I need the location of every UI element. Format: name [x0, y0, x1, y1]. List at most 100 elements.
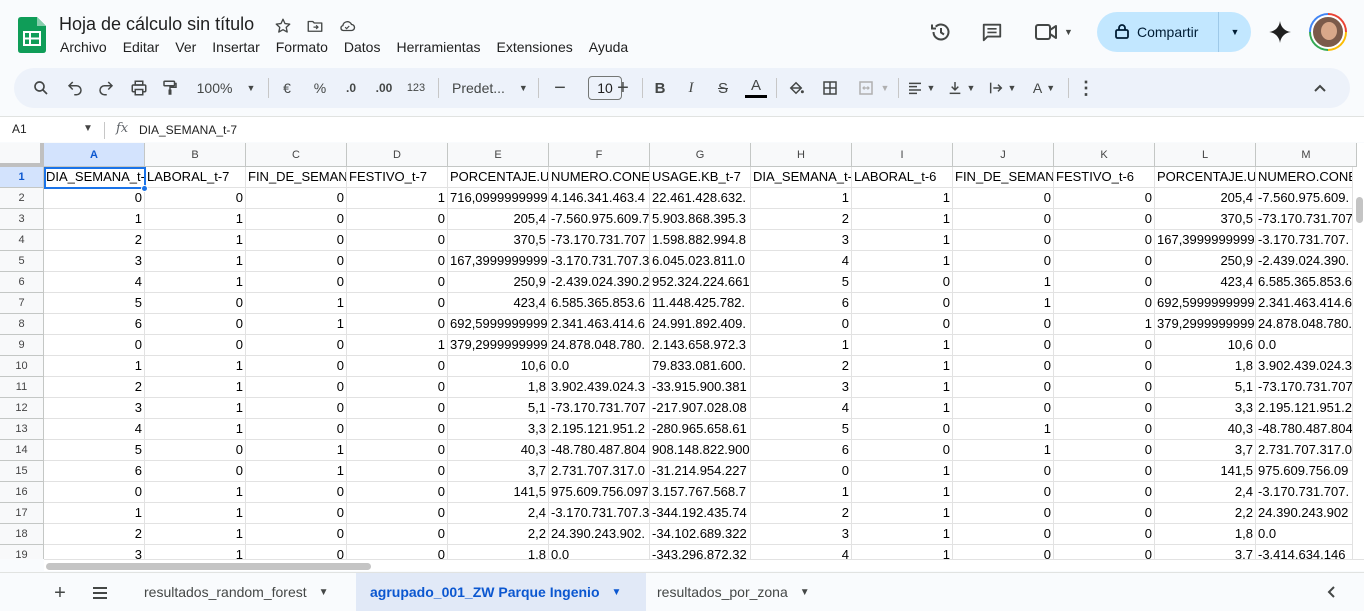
table-cell[interactable]: 6.585.365.853.6 — [1256, 272, 1357, 293]
column-title-cell[interactable]: FIN_DE_SEMANA_t-7 — [246, 167, 347, 188]
menu-herramientas[interactable]: Herramientas — [396, 39, 480, 55]
row-header-17[interactable]: 17 — [0, 503, 44, 524]
table-cell[interactable]: 24.991.892.409. — [650, 314, 751, 335]
table-cell[interactable]: 0 — [145, 188, 246, 209]
table-cell[interactable]: 716,0999999999 — [448, 188, 549, 209]
table-cell[interactable]: 0 — [852, 293, 953, 314]
percent-format-button[interactable]: % — [309, 68, 331, 108]
table-cell[interactable]: 0 — [246, 356, 347, 377]
table-cell[interactable]: 2.731.707.317.0 — [549, 461, 650, 482]
meet-caret-icon[interactable]: ▼ — [1064, 27, 1073, 37]
table-cell[interactable]: 2 — [751, 356, 852, 377]
table-cell[interactable]: 205,4 — [1155, 188, 1256, 209]
table-cell[interactable]: 1 — [852, 545, 953, 559]
table-cell[interactable]: 0 — [1054, 293, 1155, 314]
table-cell[interactable]: 1 — [852, 356, 953, 377]
table-cell[interactable]: -34.102.689.322 — [650, 524, 751, 545]
table-cell[interactable]: 0.0 — [549, 356, 650, 377]
table-cell[interactable]: 2,2 — [1155, 503, 1256, 524]
table-cell[interactable]: 3,7 — [448, 461, 549, 482]
table-cell[interactable]: 0 — [347, 272, 448, 293]
table-cell[interactable]: 3,7 — [1155, 440, 1256, 461]
table-cell[interactable]: 2.143.658.972.3 — [650, 335, 751, 356]
sheet-tab-caret-icon[interactable]: ▼ — [319, 587, 329, 598]
column-header-l[interactable]: L — [1155, 143, 1256, 167]
table-cell[interactable]: 0 — [44, 188, 145, 209]
table-cell[interactable]: -3.170.731.707. — [1256, 482, 1357, 503]
table-cell[interactable]: 1 — [852, 230, 953, 251]
table-cell[interactable]: 0 — [246, 272, 347, 293]
column-title-cell[interactable]: FESTIVO_t-7 — [347, 167, 448, 188]
table-cell[interactable]: 167,3999999999 — [1155, 230, 1256, 251]
row-header-4[interactable]: 4 — [0, 230, 44, 251]
table-cell[interactable]: 0 — [347, 356, 448, 377]
table-cell[interactable]: 0 — [246, 398, 347, 419]
add-sheet-icon[interactable]: + — [48, 581, 72, 605]
table-cell[interactable]: -33.915.900.381 — [650, 377, 751, 398]
table-cell[interactable]: 3 — [751, 524, 852, 545]
table-cell[interactable]: 1 — [347, 335, 448, 356]
table-cell[interactable]: 4 — [44, 419, 145, 440]
table-cell[interactable]: 0 — [246, 545, 347, 559]
table-cell[interactable]: 1 — [145, 377, 246, 398]
table-cell[interactable]: 1 — [852, 482, 953, 503]
column-title-cell[interactable]: NUMERO.CONEXIONES_t-6 — [1256, 167, 1357, 188]
table-cell[interactable]: 1 — [852, 503, 953, 524]
table-cell[interactable]: 0 — [246, 230, 347, 251]
row-header-5[interactable]: 5 — [0, 251, 44, 272]
table-cell[interactable]: 1 — [44, 209, 145, 230]
table-cell[interactable]: 1 — [145, 398, 246, 419]
currency-format-button[interactable]: € — [276, 68, 298, 108]
column-header-c[interactable]: C — [246, 143, 347, 167]
formula-input[interactable]: DIA_SEMANA_t-7 — [139, 123, 237, 137]
table-cell[interactable]: 0 — [953, 335, 1054, 356]
table-cell[interactable]: 5 — [44, 293, 145, 314]
table-cell[interactable]: 2 — [44, 524, 145, 545]
cloud-status-icon[interactable] — [336, 15, 358, 37]
table-cell[interactable]: 22.461.428.632. — [650, 188, 751, 209]
table-cell[interactable]: 0 — [1054, 440, 1155, 461]
table-cell[interactable]: 167,3999999999 — [448, 251, 549, 272]
decrease-decimals-button[interactable]: .0 — [339, 68, 363, 108]
table-cell[interactable]: 3,7 — [1155, 545, 1256, 559]
column-header-m[interactable]: M — [1256, 143, 1357, 167]
menu-editar[interactable]: Editar — [123, 39, 160, 55]
column-header-i[interactable]: I — [852, 143, 953, 167]
table-cell[interactable]: 1 — [953, 440, 1054, 461]
star-icon[interactable] — [272, 15, 294, 37]
table-cell[interactable]: 0 — [1054, 524, 1155, 545]
table-cell[interactable]: -31.214.954.227 — [650, 461, 751, 482]
table-cell[interactable]: 0.0 — [549, 545, 650, 559]
table-cell[interactable]: 1 — [953, 293, 1054, 314]
row-header-16[interactable]: 16 — [0, 482, 44, 503]
borders-icon[interactable] — [819, 68, 841, 108]
table-cell[interactable]: 3 — [44, 545, 145, 559]
redo-icon[interactable] — [95, 68, 117, 108]
table-cell[interactable]: 2.341.463.414.6 — [1256, 293, 1357, 314]
table-cell[interactable]: 1 — [246, 461, 347, 482]
table-cell[interactable]: 2.341.463.414.6 — [549, 314, 650, 335]
spreadsheet-grid[interactable]: A B C D E F G H I J K L M 1 DIA_SEMANA_t-7 LABORAL_t-7 F… — [0, 143, 1364, 559]
table-cell[interactable]: 0 — [145, 335, 246, 356]
table-cell[interactable]: 11.448.425.782. — [650, 293, 751, 314]
vertical-scrollbar[interactable] — [1352, 167, 1364, 559]
table-cell[interactable]: -280.965.658.61 — [650, 419, 751, 440]
table-cell[interactable]: 0 — [347, 503, 448, 524]
table-cell[interactable]: -2.439.024.390. — [1256, 251, 1357, 272]
table-cell[interactable]: 0 — [1054, 545, 1155, 559]
table-cell[interactable]: 5,1 — [448, 398, 549, 419]
table-cell[interactable]: 40,3 — [448, 440, 549, 461]
all-sheets-icon[interactable] — [88, 581, 112, 605]
row-header-11[interactable]: 11 — [0, 377, 44, 398]
table-cell[interactable]: 0 — [852, 314, 953, 335]
row-header-12[interactable]: 12 — [0, 398, 44, 419]
row-header-13[interactable]: 13 — [0, 419, 44, 440]
table-cell[interactable]: 0 — [1054, 461, 1155, 482]
table-cell[interactable]: 0 — [953, 230, 1054, 251]
table-cell[interactable]: -2.439.024.390.2 — [549, 272, 650, 293]
undo-icon[interactable] — [64, 68, 86, 108]
table-cell[interactable]: 1 — [852, 461, 953, 482]
table-cell[interactable]: 692,5999999999 — [448, 314, 549, 335]
table-cell[interactable]: 24.390.243.902 — [1256, 503, 1357, 524]
column-header-j[interactable]: J — [953, 143, 1054, 167]
